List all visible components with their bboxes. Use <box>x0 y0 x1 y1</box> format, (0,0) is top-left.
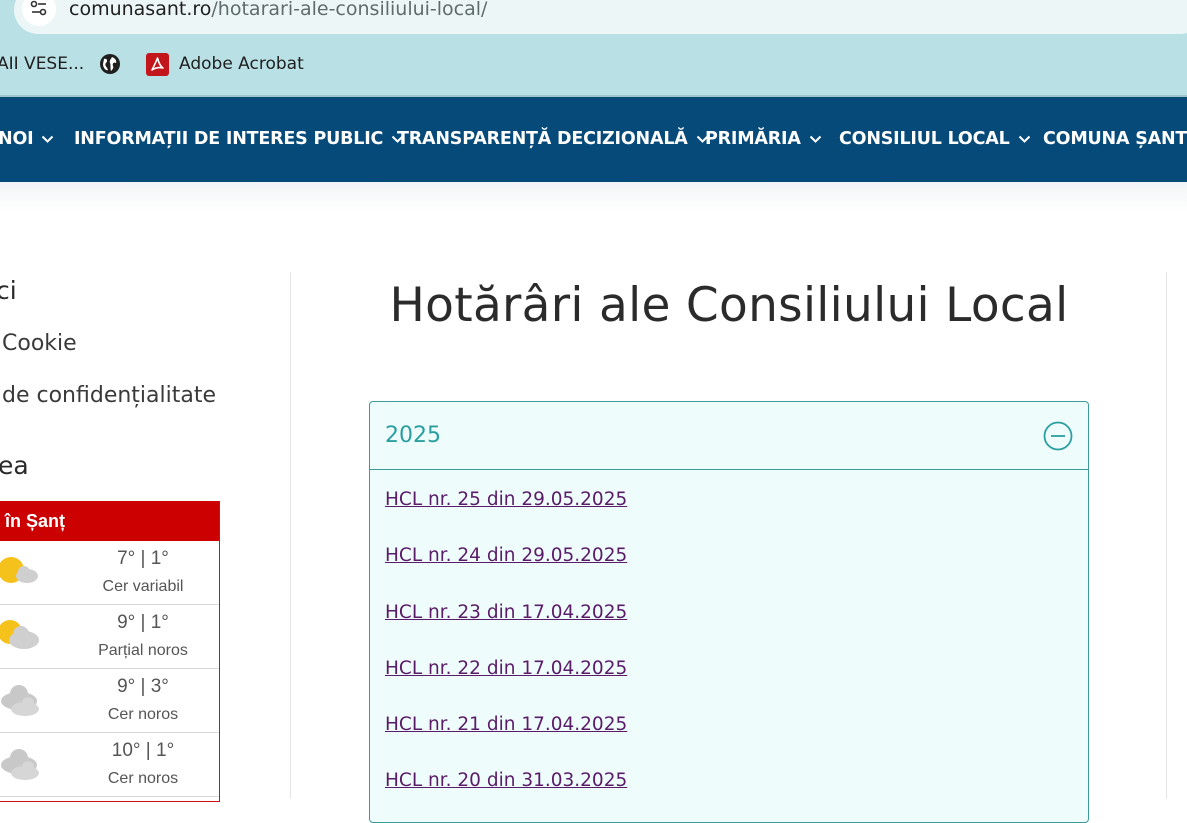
nav-label: TRANSPARENȚĂ DECIZIONALĂ <box>397 129 688 149</box>
weather-desc: Cer noros <box>107 770 179 787</box>
hcl-link[interactable]: HCL nr. 25 din 29.05.2025 <box>385 489 627 510</box>
weather-temp: 9° | 1° <box>117 612 169 633</box>
nav-item-consiliul-local[interactable]: CONSILIUL LOCAL <box>839 127 1031 151</box>
globe-icon <box>100 54 120 74</box>
browser-toolbar: comunasant.ro/hotarari-ale-consiliului-l… <box>0 0 1187 97</box>
accordion-2025: 2025 HCL nr. 25 din 29.05.2025 HCL nr. 2… <box>369 401 1089 823</box>
weather-header: în Șanț <box>0 501 219 541</box>
hcl-link[interactable]: HCL nr. 21 din 17.04.2025 <box>385 714 627 735</box>
weather-title: în Șanț <box>5 511 66 531</box>
weather-desc: Cer variabil <box>102 578 184 595</box>
bookmark-label: Adobe Acrobat <box>179 54 304 74</box>
nav-item-comuna-sant[interactable]: COMUNA ȘANT <box>1043 127 1187 151</box>
chevron-down-icon <box>1018 135 1030 143</box>
weather-row: 9° | 1° Parțial noros <box>0 605 219 669</box>
nav-label: CONSILIUL LOCAL <box>839 129 1010 149</box>
weather-desc: Parțial noros <box>98 642 188 659</box>
weather-row: 7° | 1° Cer variabil <box>0 541 219 605</box>
url-domain: comunasant.ro <box>69 0 212 20</box>
bookmark-item[interactable]: AII VESE... <box>0 51 84 77</box>
nav-item-primaria[interactable]: PRIMĂRIA <box>705 127 822 151</box>
chevron-down-icon <box>809 135 821 143</box>
weather-temp: 9° | 3° <box>117 676 169 697</box>
sidebar-link-confidentialitate[interactable]: de confidențialitate <box>2 383 216 408</box>
column-divider <box>1166 272 1167 799</box>
adobe-acrobat-icon <box>146 52 169 76</box>
bookmark-adobe-acrobat[interactable]: Adobe Acrobat <box>146 51 304 77</box>
bookmark-globe[interactable] <box>99 51 121 77</box>
sidebar-heading: ci <box>0 276 17 305</box>
hcl-link[interactable]: HCL nr. 23 din 17.04.2025 <box>385 602 627 623</box>
nav-item-transparenta[interactable]: TRANSPARENȚĂ DECIZIONALĂ <box>397 127 709 151</box>
chevron-down-icon <box>42 135 54 143</box>
column-divider <box>290 272 291 799</box>
accordion-year: 2025 <box>385 423 441 448</box>
weather-row: 10° | 1° Cer noros <box>0 733 219 797</box>
hcl-link[interactable]: HCL nr. 20 din 31.03.2025 <box>385 770 627 791</box>
nav-label: NOI <box>0 129 34 149</box>
sidebar-heading-weather: ea <box>0 451 29 480</box>
main-nav: NOI INFORMAȚII DE INTERES PUBLIC TRANSPA… <box>0 97 1187 182</box>
accordion-header[interactable]: 2025 <box>370 402 1088 470</box>
weather-temp: 7° | 1° <box>117 548 169 569</box>
nav-shadow <box>0 182 1187 212</box>
hcl-link[interactable]: HCL nr. 22 din 17.04.2025 <box>385 658 627 679</box>
weather-desc: Cer noros <box>107 706 179 723</box>
page-title: Hotărâri ale Consiliului Local <box>389 278 1069 333</box>
cloud-icon <box>1 749 39 780</box>
nav-item-noi[interactable]: NOI <box>0 127 54 151</box>
bookmark-label: AII VESE... <box>0 54 85 74</box>
sun-cloud-icon <box>0 620 39 649</box>
url-text[interactable]: comunasant.ro/hotarari-ale-consiliului-l… <box>69 0 487 20</box>
cloud-icon <box>1 685 39 716</box>
weather-widget: în Șanț 7° | 1° Cer variabil 9° | 1° Par… <box>0 501 220 802</box>
nav-label: INFORMAȚII DE INTERES PUBLIC <box>74 129 384 149</box>
collapse-icon[interactable] <box>1043 421 1073 451</box>
nav-label: PRIMĂRIA <box>705 129 801 149</box>
hcl-link[interactable]: HCL nr. 24 din 29.05.2025 <box>385 545 627 566</box>
sun-cloud-icon <box>0 557 38 583</box>
nav-label: COMUNA ȘANT <box>1043 129 1187 149</box>
weather-temp: 10° | 1° <box>111 740 175 761</box>
sidebar-link-cookie[interactable]: Cookie <box>2 331 77 356</box>
url-path: /hotarari-ale-consiliului-local/ <box>211 0 488 20</box>
nav-item-informatii[interactable]: INFORMAȚII DE INTERES PUBLIC <box>74 127 404 151</box>
weather-row: 9° | 3° Cer noros <box>0 669 219 733</box>
